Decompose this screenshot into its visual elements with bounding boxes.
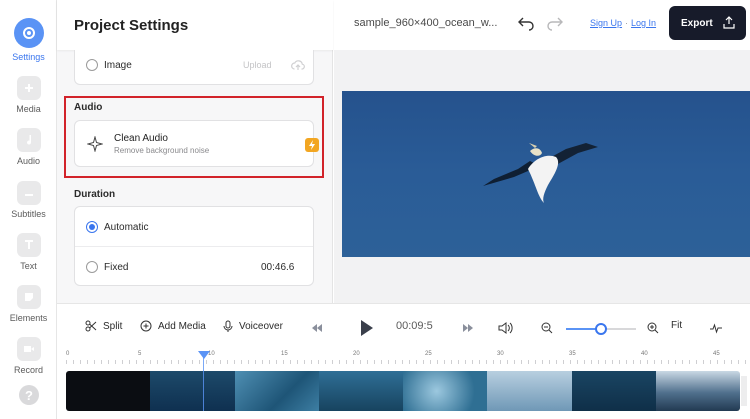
rail-label-audio: Audio <box>16 156 41 166</box>
panel-header: Project Settings <box>57 0 333 50</box>
clip-thumbnail <box>487 371 572 411</box>
upload-link[interactable]: Upload <box>243 60 272 70</box>
settings-icon <box>13 18 44 48</box>
ruler-label: 15 <box>281 351 288 357</box>
fixed-duration-value[interactable]: 00:46.6 <box>261 262 294 273</box>
elements-icon <box>16 285 41 309</box>
rail-label-subtitles: Subtitles <box>11 209 46 219</box>
rail-label-elements: Elements <box>9 313 48 323</box>
rail-label-record: Record <box>13 365 43 375</box>
fit-label: Fit <box>671 320 683 331</box>
automatic-radio[interactable] <box>86 221 98 233</box>
timeline-ruler[interactable]: 0 5 10 15 20 25 30 35 40 45 <box>57 349 750 369</box>
ruler-label: 20 <box>353 351 360 357</box>
zoom-in-icon[interactable] <box>647 322 659 334</box>
duration-section-title: Duration <box>74 189 116 200</box>
redo-icon[interactable] <box>545 14 565 32</box>
log-in-link[interactable]: Log In <box>631 18 656 28</box>
clip-thumbnail <box>571 371 656 411</box>
fixed-label: Fixed <box>104 262 129 273</box>
cloud-upload-icon <box>291 60 305 70</box>
record-icon <box>16 337 41 361</box>
app-window: Settings Media Audio Subtitles Text Elem… <box>0 0 750 419</box>
zoom-slider-knob[interactable] <box>595 323 607 335</box>
sign-up-link[interactable]: Sign Up <box>590 18 622 28</box>
subtitles-icon <box>16 181 41 205</box>
voiceover-label: Voiceover <box>239 321 283 332</box>
ruler-ticks <box>66 360 746 364</box>
clip-thumbnail <box>66 371 151 411</box>
preview-area <box>334 50 750 303</box>
gannet-bird-image <box>483 143 598 203</box>
playhead-marker-icon[interactable] <box>198 351 210 359</box>
rail-item-subtitles[interactable]: Subtitles <box>0 181 57 219</box>
fast-forward-icon[interactable] <box>463 324 473 332</box>
zoom-slider[interactable] <box>566 323 636 335</box>
rail-label-media: Media <box>16 104 41 114</box>
microphone-icon <box>223 320 233 332</box>
rail-item-media[interactable]: Media <box>0 76 57 114</box>
rail-item-record[interactable]: Record <box>0 337 57 375</box>
scissors-icon <box>85 320 97 332</box>
auth-links: Sign Up · Log In <box>590 18 656 28</box>
help-icon[interactable]: ? <box>19 385 39 405</box>
track-end-handle[interactable] <box>741 376 747 406</box>
ruler-label: 0 <box>66 351 70 357</box>
export-upload-icon <box>723 16 735 29</box>
image-radio[interactable] <box>86 59 98 71</box>
clip-thumbnail <box>318 371 403 411</box>
project-filename[interactable]: sample_960×400_ocean_w... <box>354 17 497 29</box>
rail-item-settings[interactable]: Settings <box>0 18 57 62</box>
rail-label-settings: Settings <box>12 52 45 62</box>
ruler-label: 5 <box>138 351 142 357</box>
clip-thumbnail <box>655 371 740 411</box>
split-label: Split <box>103 320 123 332</box>
rail-item-text[interactable]: Text <box>0 233 57 271</box>
ruler-label: 35 <box>569 351 576 357</box>
image-label: Image <box>104 60 132 71</box>
rail-item-elements[interactable]: Elements <box>0 285 57 323</box>
video-preview[interactable] <box>342 91 750 257</box>
plus-icon <box>16 76 41 100</box>
export-label: Export <box>681 17 713 29</box>
clip-thumbnail <box>150 371 235 411</box>
duration-card: Automatic Fixed 00:46.6 <box>74 206 314 286</box>
image-option-card[interactable]: Image Upload <box>74 50 314 85</box>
rail-label-text: Text <box>20 261 37 271</box>
left-rail: Settings Media Audio Subtitles Text Elem… <box>0 0 57 419</box>
clip-thumbnail <box>234 371 319 411</box>
duration-divider <box>75 246 313 247</box>
current-time: 00:09:5 <box>396 320 433 332</box>
fit-button[interactable]: Fit <box>671 320 682 331</box>
ruler-label: 25 <box>425 351 432 357</box>
export-button[interactable]: Export <box>669 6 746 40</box>
rewind-icon[interactable] <box>312 324 322 332</box>
panel-title: Project Settings <box>74 17 189 34</box>
timeline-toolbar: Split Add Media Voiceover 00:09:5 Fit <box>57 303 750 349</box>
playhead-line <box>203 357 204 411</box>
plus-circle-icon <box>140 320 152 332</box>
ruler-label: 40 <box>641 351 648 357</box>
video-track-clip[interactable] <box>66 371 740 411</box>
automatic-label: Automatic <box>104 222 149 233</box>
waveform-icon[interactable] <box>710 322 722 334</box>
music-note-icon <box>16 128 41 152</box>
volume-icon[interactable] <box>498 321 514 335</box>
add-media-label: Add Media <box>158 320 206 332</box>
clip-thumbnail <box>403 371 488 411</box>
ruler-label: 45 <box>713 351 720 357</box>
auth-separator: · <box>625 18 629 28</box>
voiceover-button[interactable]: Voiceover <box>223 320 283 333</box>
text-icon <box>16 233 41 257</box>
add-media-button[interactable]: Add Media <box>140 320 206 332</box>
rail-item-audio[interactable]: Audio <box>0 128 57 166</box>
zoom-out-icon[interactable] <box>541 322 553 334</box>
undo-icon[interactable] <box>516 14 536 32</box>
ruler-label: 30 <box>497 351 504 357</box>
audio-highlight-box <box>64 96 324 178</box>
split-button[interactable]: Split <box>85 320 122 332</box>
play-icon[interactable] <box>360 319 374 337</box>
top-bar: sample_960×400_ocean_w... Sign Up · Log In… <box>334 0 750 50</box>
fixed-radio[interactable] <box>86 261 98 273</box>
